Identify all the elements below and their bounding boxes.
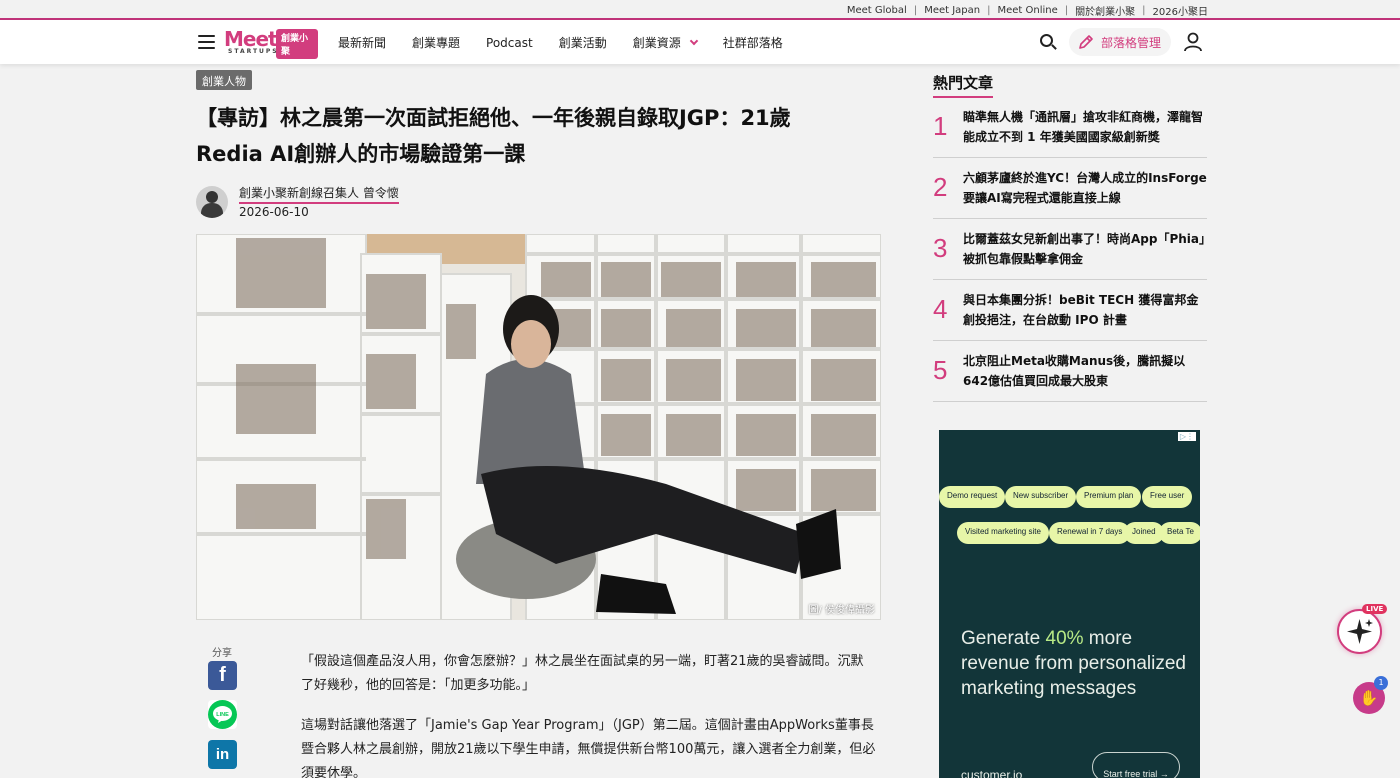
logo-tag: 創業小聚 bbox=[276, 29, 318, 59]
publish-date: 2026-06-10 bbox=[239, 205, 309, 219]
share-label: 分享 bbox=[212, 648, 232, 659]
pencil-icon bbox=[1079, 35, 1093, 49]
ad-cta-button[interactable]: Start free trial → bbox=[1092, 752, 1180, 778]
photo-credit: 圖/ 侯俊偉攝影 bbox=[808, 605, 875, 616]
trending-item[interactable]: 1 瞄準無人機「通訊層」搶攻非紅商機，澤龍智能成立不到 1 年獲美國國家級創新獎 bbox=[933, 97, 1207, 158]
utility-link-meet-online[interactable]: Meet Online bbox=[998, 5, 1058, 16]
ad-chip: Joined bbox=[1124, 522, 1164, 544]
ad-chip: Beta Te bbox=[1159, 522, 1200, 544]
trending-headline: 瞄準無人機「通訊層」搶攻非紅商機，澤龍智能成立不到 1 年獲美國國家級創新獎 bbox=[963, 110, 1204, 144]
nav-item-features[interactable]: 創業專題 bbox=[412, 34, 460, 51]
nav-item-resources-label: 創業資源 bbox=[632, 36, 681, 50]
hero-photo: 圖/ 侯俊偉攝影 bbox=[196, 234, 881, 620]
sparkle-icon bbox=[1347, 619, 1373, 644]
site-header: Meet 創業小聚 STARTUPS 最新新聞 創業專題 Podcast 創業活… bbox=[0, 20, 1400, 64]
article-title-line1: 【專訪】林之晨第一次面試拒絕他、一年後親自錄取JGP：21歲 bbox=[196, 106, 791, 130]
utility-bar: Meet Global | Meet Japan | Meet Online | 關於… bbox=[0, 0, 1400, 20]
separator: | bbox=[1064, 5, 1069, 16]
trending-rank: 2 bbox=[933, 172, 948, 202]
trending-headline: 與日本集團分拆！beBit TECH 獲得富邦金創投挹注，在台啟動 IPO 計畫 bbox=[963, 293, 1199, 327]
chevron-down-icon bbox=[689, 36, 698, 45]
line-share-icon[interactable]: LINE bbox=[208, 700, 237, 729]
trending-title: 熱門文章 bbox=[933, 72, 994, 98]
linkedin-share-icon[interactable]: in bbox=[208, 740, 237, 769]
ad-headline: Generate 40% more revenue from personali… bbox=[961, 626, 1191, 701]
ad-chip: Premium plan bbox=[1076, 486, 1142, 508]
utility-links: Meet Global | Meet Japan | Meet Online | 關於… bbox=[847, 3, 1208, 18]
live-badge: LIVE bbox=[1362, 604, 1388, 614]
nav-item-latest-news[interactable]: 最新新聞 bbox=[338, 34, 386, 51]
trending-headline: 北京阻止Meta收購Manus後，騰訊擬以642億估值買回成最大股東 bbox=[963, 354, 1186, 388]
trending-headline: 六顧茅廬終於進YC！台灣人成立的InsForge要讓AI寫完程式還能直接上線 bbox=[963, 171, 1207, 205]
separator: | bbox=[913, 5, 918, 16]
nav-item-events[interactable]: 創業活動 bbox=[559, 34, 607, 51]
ad-chip: Renewal in 7 days bbox=[1049, 522, 1131, 544]
article-title-line2: Redia AI創辦人的市場驗證第一課 bbox=[196, 142, 526, 166]
trending-rank: 4 bbox=[933, 294, 948, 324]
ad-chip: Visited marketing site bbox=[957, 522, 1049, 544]
trending-item[interactable]: 4 與日本集團分拆！beBit TECH 獲得富邦金創投挹注，在台啟動 IPO 計… bbox=[933, 280, 1207, 341]
ad-headline-highlight: 40% bbox=[1045, 628, 1084, 649]
ai-assistant-button[interactable] bbox=[1337, 609, 1382, 654]
separator: | bbox=[987, 5, 991, 16]
ad-chip: Demo request bbox=[939, 486, 1006, 508]
sidebar-ad[interactable]: ▷⋮ Demo request New subscriber Premium p… bbox=[939, 430, 1200, 778]
menu-icon[interactable] bbox=[198, 35, 215, 49]
utility-link-meet-global[interactable]: Meet Global bbox=[847, 5, 907, 16]
category-tag[interactable]: 創業人物 bbox=[196, 70, 252, 90]
user-icon[interactable] bbox=[1182, 31, 1204, 53]
notification-badge: 1 bbox=[1374, 676, 1388, 690]
site-logo[interactable]: Meet 創業小聚 STARTUPS bbox=[224, 27, 318, 59]
trending-item[interactable]: 3 比爾蓋茲女兒新創出事了！時尚App「Phia」被抓包靠假點擊拿佣金 bbox=[933, 219, 1207, 280]
author-avatar[interactable] bbox=[196, 186, 228, 218]
search-icon[interactable] bbox=[1038, 32, 1058, 52]
utility-link-meet-japan[interactable]: Meet Japan bbox=[924, 5, 980, 16]
utility-link-day[interactable]: 2026小聚日 bbox=[1153, 3, 1208, 18]
logo-subtitle: STARTUPS bbox=[228, 48, 279, 55]
ad-chip: Free user bbox=[1142, 486, 1193, 508]
ad-headline-pre: Generate bbox=[961, 628, 1046, 649]
svg-text:LINE: LINE bbox=[216, 712, 229, 718]
article-paragraph: 「假設這個產品沒人用，你會怎麼辦？」林之晨坐在面試桌的另一端，盯著21歲的吳睿誠… bbox=[301, 654, 864, 693]
nav-item-podcast[interactable]: Podcast bbox=[486, 34, 533, 51]
trending-rank: 5 bbox=[933, 355, 948, 385]
ad-brand-logo: customer.io bbox=[961, 768, 1023, 778]
adchoices-icon[interactable]: ▷⋮ bbox=[1177, 432, 1196, 441]
nav-item-resources[interactable]: 創業資源 bbox=[632, 34, 698, 51]
trending-rank: 1 bbox=[933, 111, 948, 141]
blog-manage-button[interactable]: 部落格管理 bbox=[1069, 28, 1171, 56]
trending-list: 1 瞄準無人機「通訊層」搶攻非紅商機，澤龍智能成立不到 1 年獲美國國家級創新獎 … bbox=[933, 97, 1207, 402]
facebook-share-icon[interactable]: f bbox=[208, 661, 237, 690]
main-nav: 最新新聞 創業專題 Podcast 創業活動 創業資源 社群部落格 bbox=[338, 34, 809, 51]
trending-rank: 3 bbox=[933, 233, 948, 263]
trending-item[interactable]: 5 北京阻止Meta收購Manus後，騰訊擬以642億估值買回成最大股東 bbox=[933, 341, 1207, 402]
utility-link-about[interactable]: 關於創業小聚 bbox=[1075, 3, 1135, 18]
article-title: 【專訪】林之晨第一次面試拒絕他、一年後親自錄取JGP：21歲 Redia AI創… bbox=[196, 100, 856, 172]
ad-chip: New subscriber bbox=[1005, 486, 1077, 508]
trending-item[interactable]: 2 六顧茅廬終於進YC！台灣人成立的InsForge要讓AI寫完程式還能直接上線 bbox=[933, 158, 1207, 219]
trending-headline: 比爾蓋茲女兒新創出事了！時尚App「Phia」被抓包靠假點擊拿佣金 bbox=[963, 232, 1206, 266]
article-paragraph: 這場對話讓他落選了「Jamie's Gap Year Program」（JGP）… bbox=[301, 718, 876, 778]
separator: | bbox=[1142, 5, 1146, 16]
nav-item-community-blog[interactable]: 社群部落格 bbox=[723, 34, 783, 51]
article-body: 「假設這個產品沒人用，你會怎麼辦？」林之晨坐在面試桌的另一端，盯著21歲的吳睿誠… bbox=[301, 650, 876, 778]
hero-photo-illustration bbox=[196, 234, 881, 620]
author-link[interactable]: 創業小聚新創線召集人 曾令懷 bbox=[239, 184, 399, 204]
blog-manage-label: 部落格管理 bbox=[1101, 35, 1162, 50]
